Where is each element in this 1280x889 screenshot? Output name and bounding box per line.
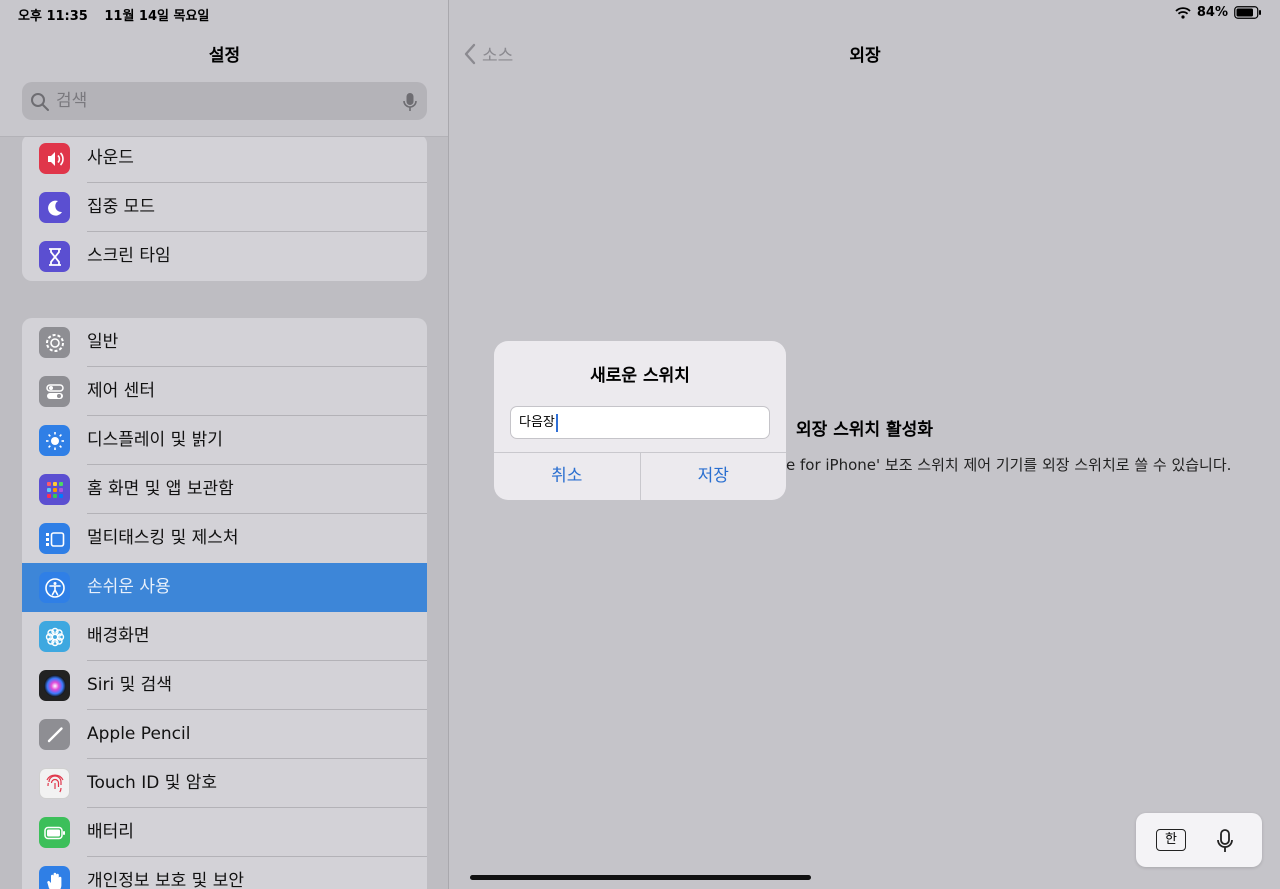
sidebar-title: 설정 bbox=[208, 46, 241, 66]
hourglass-icon bbox=[39, 241, 70, 272]
sidebar-item-label: 배경화면 bbox=[87, 626, 150, 646]
language-switch-key[interactable]: 한 bbox=[1156, 829, 1186, 851]
status-bar-right: 84% bbox=[1175, 5, 1262, 20]
grid-icon bbox=[39, 474, 70, 505]
battery-percent: 84% bbox=[1196, 5, 1228, 20]
settings-group-1: 사운드집중 모드스크린 타임 bbox=[22, 134, 427, 281]
switch-name-field[interactable]: 다음장 bbox=[510, 406, 770, 439]
cancel-button[interactable]: 취소 bbox=[494, 453, 640, 500]
settings-group-2: 일반제어 센터디스플레이 및 밝기홈 화면 및 앱 보관함멀티태스킹 및 제스처… bbox=[22, 318, 427, 889]
sidebar-item-label: Apple Pencil bbox=[87, 724, 191, 744]
sidebar-item-label: 멀티태스킹 및 제스처 bbox=[87, 528, 239, 548]
dialog-title: 새로운 스위치 bbox=[590, 366, 690, 386]
battery-icon bbox=[1234, 6, 1261, 19]
accessibility-icon bbox=[39, 572, 70, 603]
battery-icon bbox=[39, 817, 70, 848]
text-cursor bbox=[555, 413, 558, 432]
sidebar-item-battery[interactable]: 배터리 bbox=[22, 808, 427, 857]
moon-icon bbox=[39, 192, 70, 223]
sidebar-item-pencil[interactable]: Apple Pencil bbox=[22, 710, 427, 759]
sidebar-item-label: Touch ID 및 암호 bbox=[87, 773, 218, 793]
sidebar-item-label: 집중 모드 bbox=[87, 197, 155, 217]
pencil-icon bbox=[39, 719, 70, 750]
sidebar-item-label: 사운드 bbox=[87, 148, 134, 168]
microphone-icon[interactable] bbox=[403, 92, 417, 112]
sidebar-item-hourglass[interactable]: 스크린 타임 bbox=[22, 232, 427, 281]
sidebar-item-label: Siri 및 검색 bbox=[87, 675, 172, 695]
sidebar-item-siri[interactable]: Siri 및 검색 bbox=[22, 661, 427, 710]
sidebar-item-label: 손쉬운 사용 bbox=[87, 577, 171, 597]
sidebar-item-fingerprint[interactable]: Touch ID 및 암호 bbox=[22, 759, 427, 808]
keyboard-shortcut-bar: 한 bbox=[1136, 813, 1262, 867]
empty-state-title: 외장 스위치 활성화 bbox=[796, 420, 933, 440]
search-bar[interactable] bbox=[22, 82, 427, 120]
empty-state-description: e for iPhone' 보조 스위치 제어 기기를 외장 스위치로 쓸 수 … bbox=[786, 456, 1232, 474]
sidebar-item-grid[interactable]: 홈 화면 및 앱 보관함 bbox=[22, 465, 427, 514]
sidebar-item-accessibility[interactable]: 손쉬운 사용 bbox=[22, 563, 427, 612]
gear-icon bbox=[39, 327, 70, 358]
search-input[interactable] bbox=[56, 82, 386, 120]
hand-icon bbox=[39, 866, 70, 889]
home-indicator[interactable] bbox=[470, 875, 811, 880]
siri-icon bbox=[39, 670, 70, 701]
dialog-buttons: 취소 저장 bbox=[494, 452, 786, 500]
sidebar-item-speaker[interactable]: 사운드 bbox=[22, 134, 427, 183]
status-bar-left: 오후 11:35 11월 14일 목요일 bbox=[18, 5, 221, 24]
sidebar-item-label: 제어 센터 bbox=[87, 381, 155, 401]
sidebar-item-hand[interactable]: 개인정보 보호 및 보안 bbox=[22, 857, 427, 889]
save-button[interactable]: 저장 bbox=[639, 453, 787, 500]
speaker-icon bbox=[39, 143, 70, 174]
sidebar-item-flower[interactable]: 배경화면 bbox=[22, 612, 427, 661]
page-title: 외장 bbox=[849, 46, 881, 66]
sidebar-item-toggles[interactable]: 제어 센터 bbox=[22, 367, 427, 416]
sidebar-item-moon[interactable]: 집중 모드 bbox=[22, 183, 427, 232]
search-icon bbox=[31, 93, 49, 111]
flower-icon bbox=[39, 621, 70, 652]
sidebar-item-label: 스크린 타임 bbox=[87, 246, 171, 266]
multitask-icon bbox=[39, 523, 70, 554]
sidebar-item-gear[interactable]: 일반 bbox=[22, 318, 427, 367]
sidebar-item-label: 홈 화면 및 앱 보관함 bbox=[87, 479, 234, 499]
sidebar-item-label: 배터리 bbox=[87, 822, 134, 842]
wifi-icon bbox=[1175, 6, 1191, 19]
toggles-icon bbox=[39, 376, 70, 407]
sidebar-item-sun[interactable]: 디스플레이 및 밝기 bbox=[22, 416, 427, 465]
status-time: 오후 11:35 bbox=[18, 9, 88, 24]
sun-icon bbox=[39, 425, 70, 456]
status-date: 11월 14일 목요일 bbox=[104, 9, 210, 24]
sidebar-item-label: 개인정보 보호 및 보안 bbox=[87, 871, 244, 889]
sidebar-header: 오후 11:35 11월 14일 목요일 설정 bbox=[0, 0, 448, 137]
dictation-microphone-icon[interactable] bbox=[1216, 829, 1234, 853]
sidebar-item-multitask[interactable]: 멀티태스킹 및 제스처 bbox=[22, 514, 427, 563]
sidebar-item-label: 일반 bbox=[87, 332, 119, 352]
fingerprint-icon bbox=[39, 768, 70, 799]
new-switch-dialog: 새로운 스위치 다음장 취소 저장 bbox=[494, 341, 786, 500]
switch-name-value: 다음장 bbox=[519, 415, 555, 430]
sidebar: 사운드집중 모드스크린 타임 일반제어 센터디스플레이 및 밝기홈 화면 및 앱… bbox=[0, 0, 449, 889]
sidebar-item-label: 디스플레이 및 밝기 bbox=[87, 430, 223, 450]
